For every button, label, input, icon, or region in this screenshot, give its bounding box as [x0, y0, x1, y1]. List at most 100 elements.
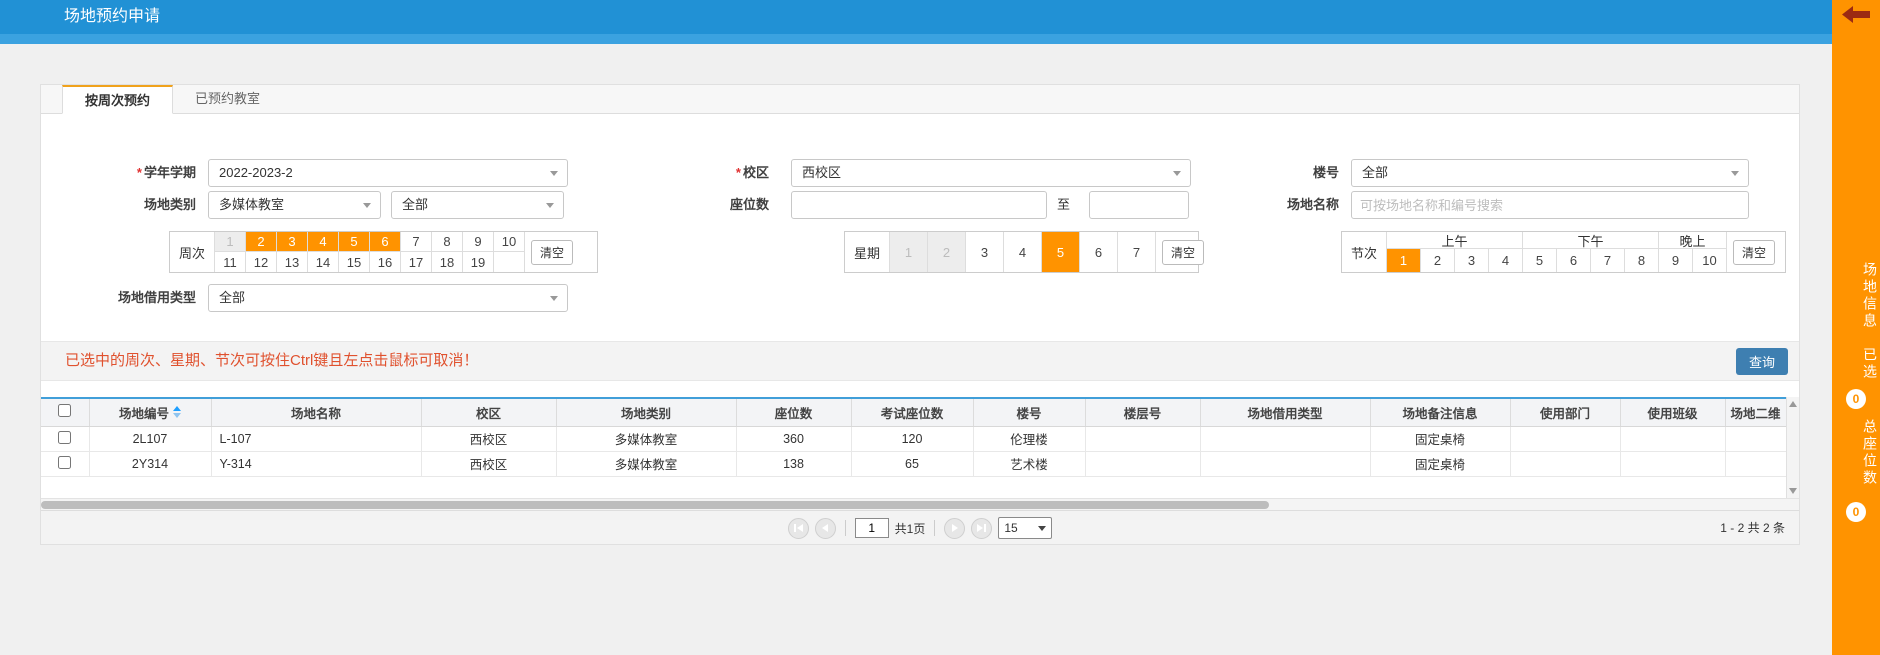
- week-cell-3[interactable]: 3: [277, 232, 308, 252]
- week-cell-6[interactable]: 6: [370, 232, 401, 252]
- query-button[interactable]: 查询: [1736, 348, 1788, 375]
- weekday-cell-3[interactable]: 3: [966, 232, 1004, 272]
- page-size-select[interactable]: 15: [998, 517, 1052, 539]
- period-cell-3[interactable]: 3: [1455, 249, 1489, 272]
- period-group-晚上: 晚上: [1659, 232, 1727, 249]
- cell-0-9: 固定桌椅: [1370, 426, 1510, 451]
- weekday-cell-5[interactable]: 5: [1042, 232, 1080, 272]
- last-page-button[interactable]: [971, 518, 992, 539]
- cell-1-0: 2Y314: [89, 451, 211, 476]
- cell-1-10: [1510, 451, 1620, 476]
- cell-1-5: 65: [851, 451, 973, 476]
- period-cell-8[interactable]: 8: [1625, 249, 1659, 272]
- campus-select[interactable]: 西校区: [791, 159, 1191, 187]
- vertical-scrollbar[interactable]: [1786, 397, 1799, 498]
- building-select[interactable]: 全部: [1351, 159, 1749, 187]
- header-sub-bar: [0, 34, 1880, 44]
- week-cell-5[interactable]: 5: [339, 232, 370, 252]
- week-cell-8[interactable]: 8: [432, 232, 463, 252]
- tab-reserved-rooms[interactable]: 已预约教室: [173, 85, 282, 114]
- results-table-wrap: 场地编号场地名称校区场地类别座位数考试座位数楼号楼层号场地借用类型场地备注信息使…: [41, 397, 1799, 498]
- week-cell-9[interactable]: 9: [463, 232, 494, 252]
- next-page-button[interactable]: [944, 518, 965, 539]
- period-cell-10[interactable]: 10: [1693, 249, 1727, 272]
- week-cell-14[interactable]: 14: [308, 252, 339, 272]
- row-checkbox[interactable]: [58, 456, 71, 469]
- week-cell-7[interactable]: 7: [401, 232, 432, 252]
- seats-min-input[interactable]: [791, 191, 1047, 219]
- table-row-0[interactable]: 2L107L-107西校区多媒体教室360120伦理楼固定桌椅: [41, 426, 1786, 451]
- chevron-down-icon: [550, 296, 558, 301]
- app-header: 场地预约申请: [0, 0, 1880, 34]
- row-select-cell: [41, 451, 89, 476]
- period-group-上午: 上午: [1387, 232, 1523, 249]
- term-label: *学年学期: [41, 159, 196, 187]
- select-all-checkbox[interactable]: [58, 404, 71, 417]
- column-label: 场地名称: [291, 403, 341, 422]
- week-cell-13[interactable]: 13: [277, 252, 308, 272]
- first-page-button[interactable]: [788, 518, 809, 539]
- back-arrow-icon[interactable]: [1832, 6, 1880, 23]
- period-clear-button[interactable]: 清空: [1733, 240, 1775, 265]
- week-cell-19[interactable]: 19: [463, 252, 494, 272]
- prev-page-button[interactable]: [815, 518, 836, 539]
- cell-0-11: [1620, 426, 1725, 451]
- period-cell-9[interactable]: 9: [1659, 249, 1693, 272]
- weekday-cell-7[interactable]: 7: [1118, 232, 1156, 272]
- column-label: 场地二维: [1730, 403, 1780, 422]
- column-label: 场地备注信息: [1402, 403, 1477, 422]
- week-cell-18[interactable]: 18: [432, 252, 463, 272]
- period-cell-7[interactable]: 7: [1591, 249, 1625, 272]
- chevron-down-icon: [363, 203, 371, 208]
- borrow-type-label: 场地借用类型: [41, 284, 196, 312]
- cell-0-7: [1085, 426, 1200, 451]
- sidebar-selected-label: 已选: [1832, 347, 1880, 381]
- weekday-grid: 1234567: [889, 232, 1156, 272]
- period-cell-6[interactable]: 6: [1557, 249, 1591, 272]
- sort-icon[interactable]: [173, 406, 181, 418]
- page-number-input[interactable]: [855, 518, 889, 538]
- term-select[interactable]: 2022-2023-2: [208, 159, 568, 187]
- column-header-0[interactable]: 场地编号: [89, 398, 211, 426]
- campus-label: *校区: [601, 159, 769, 187]
- category-secondary-select[interactable]: 全部: [391, 191, 564, 219]
- period-cell-1[interactable]: 1: [1387, 249, 1421, 272]
- week-cell-10[interactable]: 10: [494, 232, 525, 252]
- weekday-cell-6[interactable]: 6: [1080, 232, 1118, 272]
- period-cell-5[interactable]: 5: [1523, 249, 1557, 272]
- week-cell-1: 1: [215, 232, 246, 252]
- borrow-type-select[interactable]: 全部: [208, 284, 568, 312]
- cell-0-12: [1725, 426, 1786, 451]
- weekday-cell-4[interactable]: 4: [1004, 232, 1042, 272]
- cell-1-11: [1620, 451, 1725, 476]
- row-checkbox[interactable]: [58, 431, 71, 444]
- week-cell-15[interactable]: 15: [339, 252, 370, 272]
- scrollbar-thumb[interactable]: [41, 501, 1269, 509]
- tab-by-week[interactable]: 按周次预约: [62, 85, 173, 114]
- column-header-6: 楼号: [973, 398, 1085, 426]
- column-label: 使用班级: [1647, 403, 1697, 422]
- period-cell-4[interactable]: 4: [1489, 249, 1523, 272]
- horizontal-scrollbar[interactable]: [41, 498, 1799, 510]
- venue-name-input[interactable]: [1351, 191, 1749, 219]
- week-cell-17[interactable]: 17: [401, 252, 432, 272]
- scroll-up-icon[interactable]: [1789, 401, 1797, 407]
- scroll-down-icon[interactable]: [1789, 488, 1797, 494]
- cell-1-8: [1200, 451, 1370, 476]
- page-count-text: 共1页: [895, 520, 926, 537]
- weekday-cell-1: 1: [890, 232, 928, 272]
- category-primary-select[interactable]: 多媒体教室: [208, 191, 381, 219]
- table-row-1[interactable]: 2Y314Y-314西校区多媒体教室13865艺术楼固定桌椅: [41, 451, 1786, 476]
- week-cell-2[interactable]: 2: [246, 232, 277, 252]
- weekday-clear-button[interactable]: 清空: [1162, 240, 1204, 265]
- week-cell-12[interactable]: 12: [246, 252, 277, 272]
- week-cell-11[interactable]: 11: [215, 252, 246, 272]
- period-cell-2[interactable]: 2: [1421, 249, 1455, 272]
- cell-0-10: [1510, 426, 1620, 451]
- week-cell-16[interactable]: 16: [370, 252, 401, 272]
- week-clear-button[interactable]: 清空: [531, 240, 573, 265]
- week-cell-4[interactable]: 4: [308, 232, 339, 252]
- column-header-5: 考试座位数: [851, 398, 973, 426]
- sidebar-total-label: 总座位数: [1832, 419, 1880, 487]
- period-label: 节次: [1342, 232, 1386, 272]
